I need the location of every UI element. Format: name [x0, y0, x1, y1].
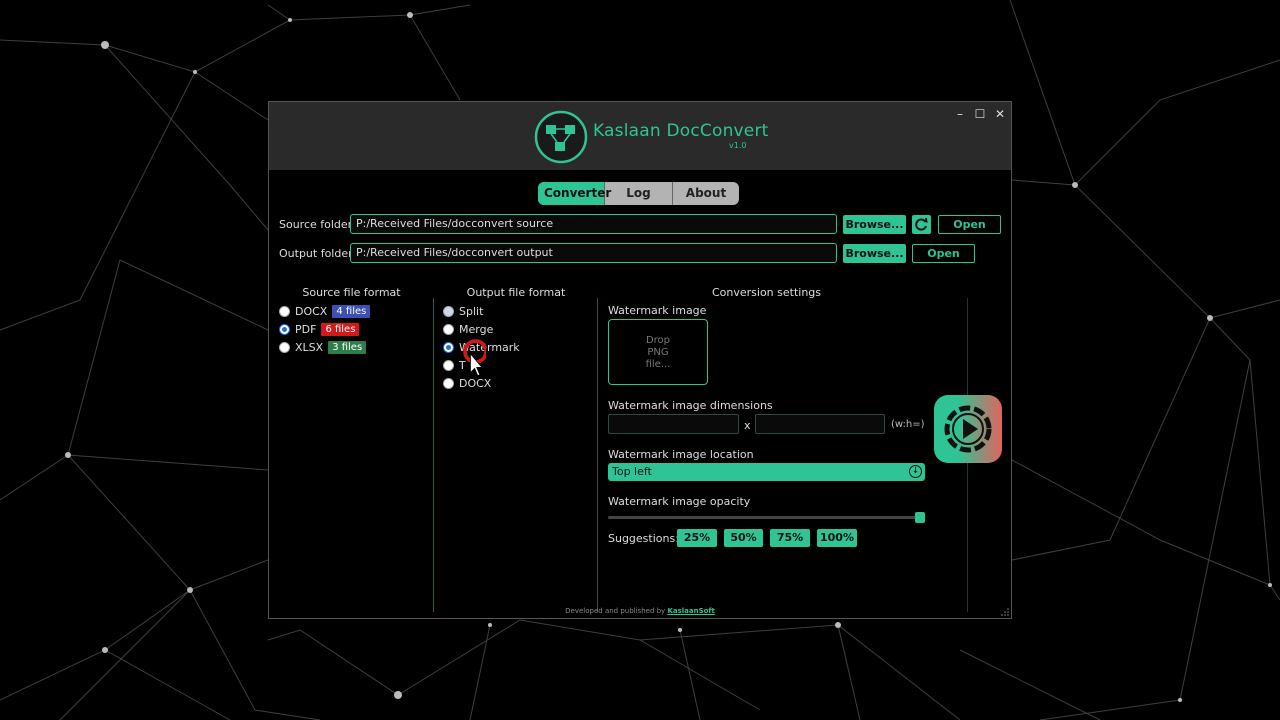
output-open-button[interactable]: Open	[912, 244, 975, 263]
location-select-value: Top left	[612, 465, 652, 478]
radio-watermark[interactable]	[443, 341, 454, 353]
source-option-xlsx[interactable]: XLSX 3 files	[279, 340, 367, 354]
conversion-settings-title: Conversion settings	[711, 286, 822, 299]
radio-output-docx[interactable]	[443, 377, 454, 389]
kaslaansoft-link[interactable]: KaslaanSoft	[667, 607, 714, 615]
suggestions-label: Suggestions:	[608, 532, 679, 545]
resize-grip-icon[interactable]	[1001, 608, 1009, 616]
option-label: PDF	[295, 322, 317, 336]
suggestion-25-button[interactable]: 25%	[677, 529, 717, 547]
chevron-down-icon: ↓	[909, 465, 922, 478]
radio-merge[interactable]	[443, 323, 454, 335]
tab-log[interactable]: Log	[605, 182, 673, 205]
source-browse-button[interactable]: Browse...	[843, 215, 906, 234]
suggestion-50-button[interactable]: 50%	[724, 529, 763, 547]
opacity-label: Watermark image opacity	[608, 495, 751, 508]
location-label: Watermark image location	[608, 448, 754, 461]
radio-xlsx[interactable]	[279, 341, 290, 353]
play-icon	[944, 405, 992, 453]
location-select[interactable]: Top left ↓	[608, 463, 925, 481]
tab-about[interactable]: About	[673, 182, 739, 205]
file-count-badge: 6 files	[321, 322, 360, 336]
option-label: Split	[459, 304, 484, 318]
suggestion-100-button[interactable]: 100%	[817, 529, 857, 547]
mouse-cursor-icon	[463, 339, 486, 376]
dimensions-label: Watermark image dimensions	[608, 399, 773, 412]
refresh-icon	[915, 217, 928, 231]
source-option-docx[interactable]: DOCX 4 files	[279, 304, 371, 318]
radio-docx[interactable]	[279, 305, 290, 317]
footer: Developed and published by KaslaanSoft	[269, 607, 1011, 615]
app-logo	[533, 109, 589, 165]
source-folder-input[interactable]: P:/Received Files/docconvert source	[350, 214, 837, 234]
option-label: DOCX	[459, 376, 492, 390]
start-conversion-button[interactable]	[934, 395, 1002, 463]
source-option-pdf[interactable]: PDF 6 files	[279, 322, 360, 336]
output-option-docx[interactable]: DOCX	[443, 376, 496, 390]
source-folder-label: Source folder	[279, 218, 353, 231]
width-input[interactable]	[608, 414, 739, 434]
minimize-button[interactable]: –	[950, 105, 970, 123]
source-format-title: Source file format	[302, 286, 401, 299]
column-divider	[433, 298, 434, 612]
height-input[interactable]	[755, 414, 885, 434]
maximize-button[interactable]: ☐	[970, 105, 990, 123]
png-drop-zone[interactable]: Drop PNG file...	[608, 319, 708, 385]
drop-text-line: file...	[645, 359, 671, 370]
drop-text-line: Drop	[645, 335, 671, 346]
output-folder-label: Output folder	[279, 247, 353, 260]
source-open-button[interactable]: Open	[938, 215, 1001, 234]
output-browse-button[interactable]: Browse...	[843, 244, 906, 263]
tab-bar: Converter Log About	[538, 182, 739, 205]
radio-split[interactable]	[443, 305, 454, 317]
opacity-slider-thumb[interactable]	[915, 512, 925, 523]
radio-t[interactable]	[443, 359, 454, 371]
file-count-badge: 4 files	[332, 304, 371, 318]
drop-text-line: PNG	[647, 347, 669, 358]
watermark-image-label: Watermark image	[608, 304, 707, 317]
option-label: DOCX	[295, 304, 328, 318]
footer-text: Developed and published by	[565, 607, 666, 615]
output-format-title: Output file format	[466, 286, 566, 299]
refresh-button[interactable]	[912, 215, 931, 234]
file-count-badge: 3 files	[328, 340, 367, 354]
app-window: Kaslaan DocConvert v1.0 – ☐ ✕ Converter …	[268, 101, 1012, 619]
dimensions-hint: (w:h=)	[891, 419, 925, 430]
column-divider	[597, 298, 598, 612]
app-title: Kaslaan DocConvert	[593, 121, 769, 141]
option-label: XLSX	[295, 340, 324, 354]
output-folder-input[interactable]: P:/Received Files/docconvert output	[350, 243, 837, 263]
app-version: v1.0	[729, 141, 747, 150]
suggestion-75-button[interactable]: 75%	[770, 529, 810, 547]
dimensions-separator: x	[744, 419, 751, 432]
title-bar[interactable]: Kaslaan DocConvert v1.0 – ☐ ✕	[269, 102, 1011, 170]
tab-converter[interactable]: Converter	[538, 182, 611, 205]
output-option-merge[interactable]: Merge	[443, 322, 498, 336]
opacity-slider-track[interactable]	[608, 516, 921, 519]
radio-pdf[interactable]	[279, 323, 290, 335]
output-option-split[interactable]: Split	[443, 304, 488, 318]
option-label: Merge	[459, 322, 494, 336]
close-button[interactable]: ✕	[990, 105, 1010, 123]
